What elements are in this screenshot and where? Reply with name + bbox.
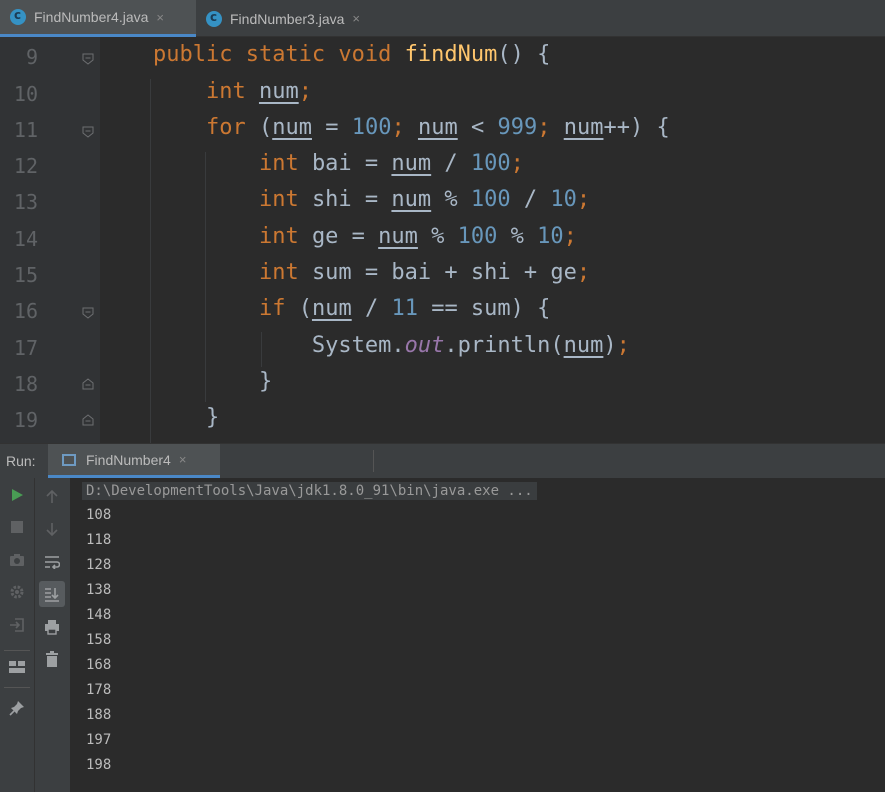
output-line: 188 bbox=[86, 707, 112, 723]
output-line: 198 bbox=[86, 757, 112, 773]
rerun-button[interactable] bbox=[4, 482, 30, 508]
code-line-16: if (num / 11 == sum) { bbox=[258, 296, 551, 321]
output-line: 108 bbox=[86, 507, 112, 523]
run-tab-findnumber4[interactable]: FindNumber4 × bbox=[48, 444, 220, 478]
line-number: 16 bbox=[13, 299, 38, 323]
tab-findnumber3[interactable]: FindNumber3.java × bbox=[196, 0, 396, 37]
stop-icon bbox=[11, 521, 23, 533]
output-line: 158 bbox=[86, 632, 112, 648]
tab-label: FindNumber4.java bbox=[34, 9, 149, 25]
output-line: 168 bbox=[86, 657, 112, 673]
clear-all-button[interactable] bbox=[39, 646, 65, 672]
print-button[interactable] bbox=[39, 614, 65, 640]
exit-button[interactable] bbox=[4, 612, 30, 638]
line-number: 9 bbox=[25, 45, 38, 69]
scroll-to-end-button[interactable] bbox=[39, 581, 65, 607]
gear-icon bbox=[10, 585, 24, 599]
output-line: 148 bbox=[86, 607, 112, 623]
toolbar-divider bbox=[4, 650, 30, 651]
close-icon[interactable]: × bbox=[156, 10, 164, 25]
tab-findnumber4[interactable]: FindNumber4.java × bbox=[0, 0, 196, 37]
pin-icon bbox=[9, 701, 24, 716]
tab-label: FindNumber3.java bbox=[230, 10, 345, 27]
scroll-to-end-icon bbox=[45, 588, 59, 602]
code-line-13: int shi = num % 100 / 10; bbox=[258, 187, 591, 212]
line-number: 19 bbox=[13, 408, 38, 432]
line-number: 14 bbox=[13, 227, 38, 251]
code-line-18: } bbox=[258, 369, 273, 394]
command-line[interactable]: D:\DevelopmentTools\Java\jdk1.8.0_91\bin… bbox=[82, 482, 537, 500]
soft-wrap-icon bbox=[45, 556, 60, 569]
line-gutter: 9 10 11 12 13 14 15 16 17 18 19 bbox=[0, 37, 100, 443]
line-number: 18 bbox=[13, 372, 38, 396]
output-line: 128 bbox=[86, 557, 112, 573]
stop-button[interactable] bbox=[4, 514, 30, 540]
run-panel-header: Run: FindNumber4 × bbox=[0, 443, 885, 478]
run-tab-label: FindNumber4 bbox=[86, 451, 171, 468]
fold-close-icon[interactable] bbox=[82, 378, 94, 390]
run-toolbar-secondary bbox=[34, 478, 70, 792]
code-line-17: System.out.println(num); bbox=[311, 333, 630, 358]
editor-tab-bar: FindNumber4.java × FindNumber3.java × bbox=[0, 0, 885, 37]
line-number: 10 bbox=[13, 82, 38, 106]
code-line-14: int ge = num % 100 % 10; bbox=[258, 224, 577, 249]
close-icon[interactable]: × bbox=[179, 452, 187, 467]
close-icon[interactable]: × bbox=[352, 11, 360, 26]
run-label: Run: bbox=[6, 453, 36, 469]
code-line-9: public static void findNum() { bbox=[152, 42, 551, 67]
dump-threads-button[interactable] bbox=[4, 547, 30, 573]
exit-icon bbox=[10, 618, 24, 632]
divider bbox=[373, 450, 374, 472]
layout-icon bbox=[9, 661, 25, 673]
line-number: 11 bbox=[13, 118, 38, 142]
print-icon bbox=[45, 620, 59, 635]
fold-open-icon[interactable] bbox=[82, 307, 94, 319]
fold-open-icon[interactable] bbox=[82, 53, 94, 65]
output-line: 178 bbox=[86, 682, 112, 698]
fold-close-icon[interactable] bbox=[82, 414, 94, 426]
line-number: 15 bbox=[13, 263, 38, 287]
code-line-11: for (num = 100; num < 999; num++) { bbox=[205, 115, 670, 140]
code-line-10: int num; bbox=[205, 79, 312, 104]
pin-tab-button[interactable] bbox=[4, 695, 30, 721]
arrow-down-icon bbox=[46, 523, 58, 536]
console-output[interactable]: D:\DevelopmentTools\Java\jdk1.8.0_91\bin… bbox=[70, 478, 885, 792]
down-button[interactable] bbox=[39, 516, 65, 542]
code-line-12: int bai = num / 100; bbox=[258, 151, 524, 176]
output-line: 197 bbox=[86, 732, 112, 748]
fold-open-icon[interactable] bbox=[82, 126, 94, 138]
line-number: 12 bbox=[13, 154, 38, 178]
play-icon bbox=[12, 489, 23, 501]
java-class-icon bbox=[10, 8, 26, 25]
code-line-15: int sum = bai + shi + ge; bbox=[258, 260, 591, 285]
up-button[interactable] bbox=[39, 484, 65, 510]
code-line-19: } bbox=[205, 405, 220, 430]
console-icon bbox=[62, 453, 76, 466]
output-line: 138 bbox=[86, 582, 112, 598]
output-line: 118 bbox=[86, 532, 112, 548]
settings-button[interactable] bbox=[4, 579, 30, 605]
camera-icon bbox=[10, 554, 24, 566]
trash-icon bbox=[46, 651, 58, 667]
line-number: 17 bbox=[13, 336, 38, 360]
java-class-icon bbox=[206, 10, 222, 27]
soft-wrap-button[interactable] bbox=[39, 549, 65, 575]
run-toolbar-primary bbox=[0, 478, 34, 792]
code-editor[interactable]: 9 10 11 12 13 14 15 16 17 18 19 public s… bbox=[0, 37, 885, 443]
toolbar-divider bbox=[4, 687, 30, 688]
layout-button[interactable] bbox=[4, 654, 30, 680]
arrow-up-icon bbox=[46, 490, 58, 503]
line-number: 13 bbox=[13, 190, 38, 214]
